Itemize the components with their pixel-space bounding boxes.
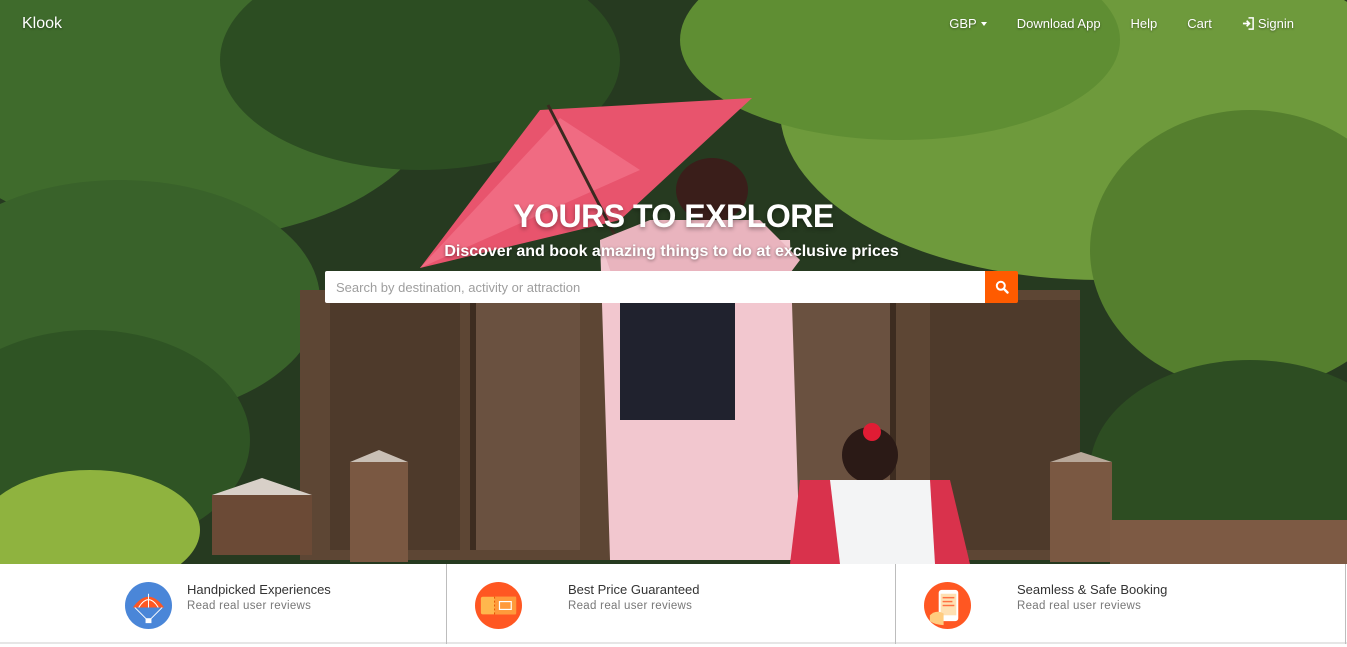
feature-subtitle: Read real user reviews <box>568 600 693 612</box>
brand-logo[interactable]: Klook <box>22 15 62 33</box>
top-navbar: Klook GBP Download App Help Cart Signin <box>0 0 1347 50</box>
search-button[interactable] <box>985 271 1018 303</box>
hero-subtitle: Discover and book amazing things to do a… <box>444 243 899 260</box>
feature-subtitle: Read real user reviews <box>187 600 312 612</box>
download-app-link[interactable]: Download App <box>1017 16 1101 31</box>
phone-booking-icon <box>924 582 971 629</box>
signin-label: Signin <box>1257 16 1294 31</box>
currency-label: GBP <box>949 16 977 31</box>
search-input[interactable] <box>325 271 985 303</box>
search-icon <box>995 280 1009 294</box>
nav-links: GBP Download App Help Cart Signin <box>919 16 1294 31</box>
signin-link[interactable]: Signin <box>1242 16 1294 31</box>
sign-in-icon <box>1242 17 1254 30</box>
features-strip: Handpicked Experiences Read real user re… <box>0 564 1347 644</box>
feature-handpicked: Handpicked Experiences Read real user re… <box>0 564 447 644</box>
feature-title: Handpicked Experiences <box>187 582 331 597</box>
currency-dropdown[interactable]: GBP <box>949 16 987 31</box>
help-link[interactable]: Help <box>1131 16 1158 31</box>
ticket-icon <box>475 582 522 629</box>
feature-best-price: Best Price Guaranteed Read real user rev… <box>447 564 896 644</box>
hero-banner: Klook GBP Download App Help Cart Signin … <box>0 0 1347 564</box>
feature-safe-booking: Seamless & Safe Booking Read real user r… <box>896 564 1346 644</box>
hero-title: YOURS TO EXPLORE <box>513 198 834 234</box>
parachute-icon <box>125 582 172 629</box>
feature-subtitle: Read real user reviews <box>1017 600 1142 612</box>
cart-link[interactable]: Cart <box>1187 16 1212 31</box>
search-bar <box>325 271 1018 303</box>
feature-title: Seamless & Safe Booking <box>1017 582 1168 597</box>
caret-down-icon <box>980 22 987 26</box>
feature-title: Best Price Guaranteed <box>568 582 700 597</box>
